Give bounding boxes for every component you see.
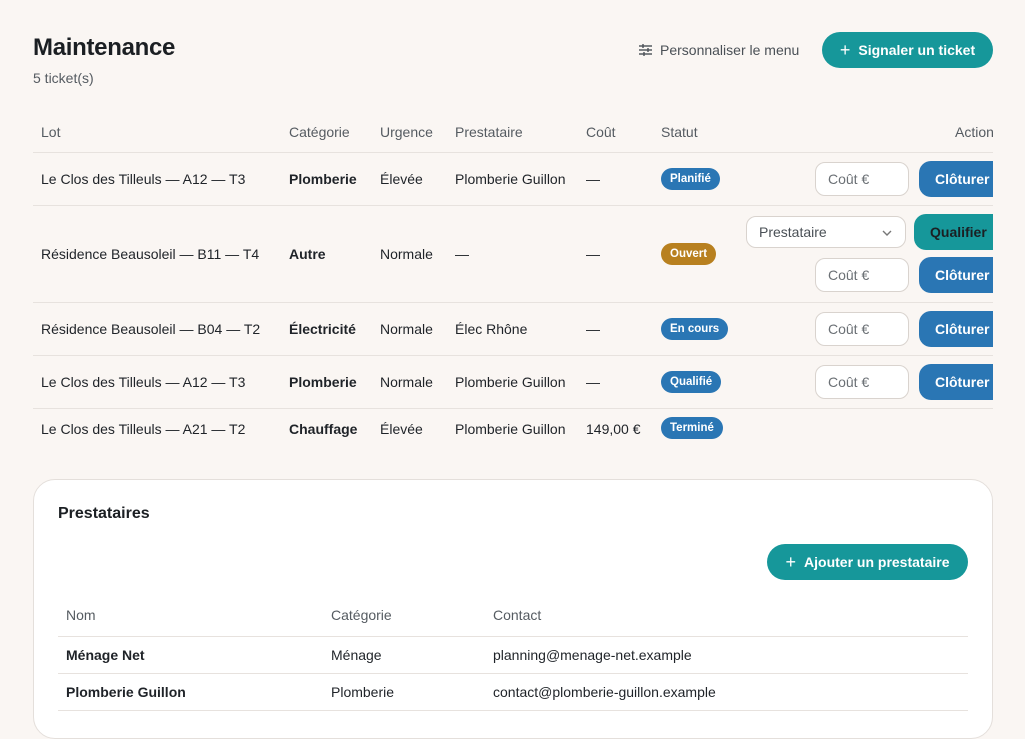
ticket-cost: — (586, 321, 600, 337)
provider-category: Plomberie (331, 684, 395, 700)
cost-input[interactable] (815, 162, 909, 196)
status-badge: Qualifié (661, 371, 722, 393)
provider-row: Ménage Net Ménage planning@menage-net.ex… (58, 637, 968, 674)
provider-select-value: Prestataire (759, 224, 827, 240)
close-ticket-button[interactable]: Clôturer (919, 161, 993, 197)
add-provider-label: Ajouter un prestataire (804, 554, 950, 570)
add-provider-button[interactable]: + Ajouter un prestataire (767, 544, 968, 580)
ticket-provider: Plomberie Guillon (455, 421, 566, 437)
col-provider: Prestataire (455, 124, 523, 140)
ticket-urgency: Normale (380, 246, 433, 262)
col-actions: Actions (955, 124, 993, 140)
providers-header-row: Nom Catégorie Contact (58, 596, 968, 637)
close-ticket-button[interactable]: Clôturer (919, 257, 993, 293)
ticket-provider: Plomberie Guillon (455, 374, 566, 390)
ticket-row: Le Clos des Tilleuls — A12 — T3 Plomberi… (33, 356, 993, 409)
providers-card: Prestataires + Ajouter un prestataire No… (33, 479, 993, 739)
customize-menu-link[interactable]: Personnaliser le menu (638, 40, 799, 60)
ticket-row: Résidence Beausoleil — B11 — T4 Autre No… (33, 206, 993, 303)
ticket-urgency: Élevée (380, 421, 423, 437)
ticket-provider: — (455, 246, 469, 262)
chevron-down-icon (881, 224, 893, 240)
ticket-provider: Plomberie Guillon (455, 171, 566, 187)
customize-menu-label: Personnaliser le menu (660, 42, 800, 58)
provider-select[interactable]: Prestataire (746, 216, 906, 248)
status-badge: Ouvert (661, 243, 717, 265)
providers-table: Nom Catégorie Contact Ménage Net Ménage … (58, 596, 968, 711)
provider-name: Plomberie Guillon (66, 684, 186, 700)
ticket-lot: Le Clos des Tilleuls — A21 — T2 (41, 421, 246, 437)
ticket-category: Autre (289, 246, 326, 262)
col-provider-category: Catégorie (331, 607, 392, 623)
provider-name: Ménage Net (66, 647, 145, 663)
report-ticket-label: Signaler un ticket (858, 42, 976, 58)
ticket-urgency: Normale (380, 321, 433, 337)
ticket-category: Plomberie (289, 374, 357, 390)
ticket-category: Plomberie (289, 171, 357, 187)
tickets-header-row: Lot Catégorie Urgence Prestataire Coût S… (33, 112, 993, 153)
cost-input[interactable] (815, 312, 909, 346)
status-badge: En cours (661, 318, 729, 340)
ticket-cost: — (586, 246, 600, 262)
ticket-cost: — (586, 171, 600, 187)
cost-input[interactable] (815, 258, 909, 292)
close-ticket-button[interactable]: Clôturer (919, 364, 993, 400)
col-name: Nom (66, 607, 96, 623)
col-contact: Contact (493, 607, 542, 623)
col-urgency: Urgence (380, 124, 433, 140)
ticket-provider: Élec Rhône (455, 321, 528, 337)
page-title: Maintenance (33, 34, 176, 61)
col-status: Statut (661, 124, 698, 140)
qualify-ticket-button[interactable]: Qualifier (914, 214, 993, 250)
cost-input[interactable] (815, 365, 909, 399)
status-badge: Terminé (661, 417, 723, 439)
provider-row: Plomberie Guillon Plomberie contact@plom… (58, 674, 968, 711)
status-badge: Planifié (661, 168, 720, 190)
ticket-lot: Résidence Beausoleil — B11 — T4 (41, 246, 260, 262)
plus-icon: + (785, 552, 797, 572)
ticket-lot: Le Clos des Tilleuls — A12 — T3 (41, 374, 246, 390)
ticket-lot: Résidence Beausoleil — B04 — T2 (41, 321, 261, 337)
plus-icon: + (839, 40, 851, 60)
col-lot: Lot (41, 124, 61, 140)
ticket-category: Chauffage (289, 421, 358, 437)
ticket-count: 5 ticket(s) (33, 70, 94, 86)
close-ticket-button[interactable]: Clôturer (919, 311, 993, 347)
col-category: Catégorie (289, 124, 350, 140)
tickets-table: Lot Catégorie Urgence Prestataire Coût S… (33, 112, 993, 449)
ticket-urgency: Élevée (380, 171, 423, 187)
provider-contact: contact@plomberie-guillon.example (493, 684, 716, 700)
ticket-cost: 149,00 € (586, 421, 641, 437)
ticket-row: Le Clos des Tilleuls — A12 — T3 Plomberi… (33, 153, 993, 206)
ticket-lot: Le Clos des Tilleuls — A12 — T3 (41, 171, 246, 187)
ticket-cost: — (586, 374, 600, 390)
provider-contact: planning@menage-net.example (493, 647, 692, 663)
ticket-category: Électricité (289, 321, 356, 337)
col-cost: Coût (586, 124, 616, 140)
providers-title: Prestataires (58, 505, 150, 522)
ticket-urgency: Normale (380, 374, 433, 390)
ticket-row: Résidence Beausoleil — B04 — T2 Électric… (33, 303, 993, 356)
provider-category: Ménage (331, 647, 382, 663)
report-ticket-button[interactable]: + Signaler un ticket (822, 32, 993, 68)
sliders-icon (638, 43, 653, 57)
ticket-row: Le Clos des Tilleuls — A21 — T2 Chauffag… (33, 409, 993, 449)
